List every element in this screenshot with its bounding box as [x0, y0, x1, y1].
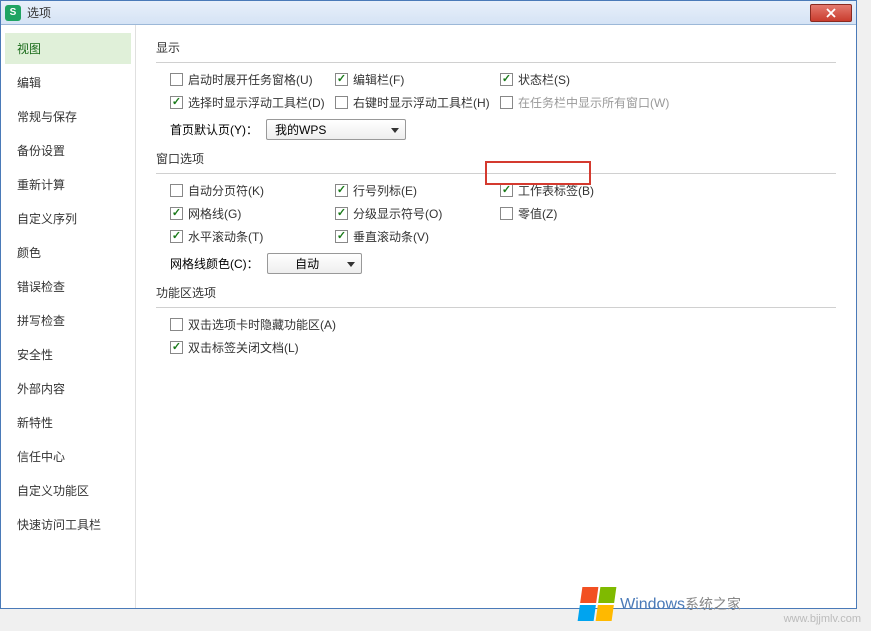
options-window: S 选项 视图 编辑 常规与保存 备份设置 重新计算 自定义序列 颜色 错误检查…	[0, 0, 857, 609]
sidebar-item-security[interactable]: 安全性	[5, 339, 131, 370]
sidebar-item-quick-access[interactable]: 快速访问工具栏	[5, 509, 131, 540]
watermark-main: Windows	[620, 596, 685, 613]
label-hscroll: 水平滚动条(T)	[188, 228, 263, 245]
sidebar-item-trust-center[interactable]: 信任中心	[5, 441, 131, 472]
sidebar-item-view[interactable]: 视图	[5, 33, 131, 64]
sidebar-item-external[interactable]: 外部内容	[5, 373, 131, 404]
sidebar-item-recalc[interactable]: 重新计算	[5, 169, 131, 200]
close-icon	[826, 8, 836, 18]
sidebar-item-spellcheck[interactable]: 拼写检查	[5, 305, 131, 336]
label-show-all-windows: 在任务栏中显示所有窗口(W)	[518, 94, 669, 111]
sidebar-item-backup[interactable]: 备份设置	[5, 135, 131, 166]
divider	[156, 62, 836, 63]
label-auto-page-break: 自动分页符(K)	[188, 182, 264, 199]
label-startup-pane: 启动时展开任务窗格(U)	[188, 71, 313, 88]
checkbox-gridlines[interactable]	[170, 207, 183, 220]
sidebar-item-error-check[interactable]: 错误检查	[5, 271, 131, 302]
checkbox-outline-symbols[interactable]	[335, 207, 348, 220]
checkbox-dblclick-hide[interactable]	[170, 318, 183, 331]
checkbox-float-select[interactable]	[170, 96, 183, 109]
close-button[interactable]	[810, 4, 852, 22]
checkbox-float-right[interactable]	[335, 96, 348, 109]
default-tab-value: 我的WPS	[275, 121, 326, 138]
sidebar-item-general-save[interactable]: 常规与保存	[5, 101, 131, 132]
checkbox-dblclick-close[interactable]	[170, 341, 183, 354]
label-sheet-tabs: 工作表标签(B)	[518, 182, 594, 199]
checkbox-startup-pane[interactable]	[170, 73, 183, 86]
sidebar-item-edit[interactable]: 编辑	[5, 67, 131, 98]
label-outline-symbols: 分级显示符号(O)	[353, 205, 442, 222]
label-vscroll: 垂直滚动条(V)	[353, 228, 429, 245]
label-dblclick-hide: 双击选项卡时隐藏功能区(A)	[188, 316, 336, 333]
checkbox-sheet-tabs[interactable]	[500, 184, 513, 197]
gridline-color-label: 网格线颜色(C)：	[170, 255, 259, 272]
section-window-title: 窗口选项	[156, 150, 836, 167]
label-status-bar: 状态栏(S)	[518, 71, 570, 88]
checkbox-zero-values[interactable]	[500, 207, 513, 220]
gridline-color-select[interactable]: 自动	[267, 253, 362, 274]
sidebar-item-customize-ribbon[interactable]: 自定义功能区	[5, 475, 131, 506]
label-float-right: 右键时显示浮动工具栏(H)	[353, 94, 490, 111]
sidebar: 视图 编辑 常规与保存 备份设置 重新计算 自定义序列 颜色 错误检查 拼写检查…	[1, 25, 136, 608]
titlebar: S 选项	[1, 1, 856, 25]
checkbox-vscroll[interactable]	[335, 230, 348, 243]
default-tab-select[interactable]: 我的WPS	[266, 119, 406, 140]
section-display-title: 显示	[156, 39, 836, 56]
label-row-col-headers: 行号列标(E)	[353, 182, 417, 199]
checkbox-row-col-headers[interactable]	[335, 184, 348, 197]
default-tab-label: 首页默认页(Y)：	[170, 121, 258, 138]
divider	[156, 173, 836, 174]
checkbox-show-all-windows[interactable]	[500, 96, 513, 109]
app-icon: S	[5, 5, 21, 21]
checkbox-hscroll[interactable]	[170, 230, 183, 243]
label-float-select: 选择时显示浮动工具栏(D)	[188, 94, 325, 111]
sidebar-item-custom-list[interactable]: 自定义序列	[5, 203, 131, 234]
checkbox-status-bar[interactable]	[500, 73, 513, 86]
watermark-logo: Windows系统之家	[580, 587, 741, 621]
section-ribbon-title: 功能区选项	[156, 284, 836, 301]
gridline-color-value: 自动	[295, 255, 319, 272]
windows-icon	[578, 587, 617, 621]
label-zero-values: 零值(Z)	[518, 205, 557, 222]
divider	[156, 307, 836, 308]
label-dblclick-close: 双击标签关闭文档(L)	[188, 339, 299, 356]
window-title: 选项	[27, 4, 51, 21]
watermark-url: www.bjjmlv.com	[784, 613, 861, 625]
label-gridlines: 网格线(G)	[188, 205, 241, 222]
watermark-sub: 系统之家	[685, 596, 741, 612]
main-panel: 显示 启动时展开任务窗格(U) 编辑栏(F) 状态栏(S)	[136, 25, 856, 608]
sidebar-item-new-features[interactable]: 新特性	[5, 407, 131, 438]
checkbox-auto-page-break[interactable]	[170, 184, 183, 197]
sidebar-item-color[interactable]: 颜色	[5, 237, 131, 268]
checkbox-formula-bar[interactable]	[335, 73, 348, 86]
label-formula-bar: 编辑栏(F)	[353, 71, 404, 88]
